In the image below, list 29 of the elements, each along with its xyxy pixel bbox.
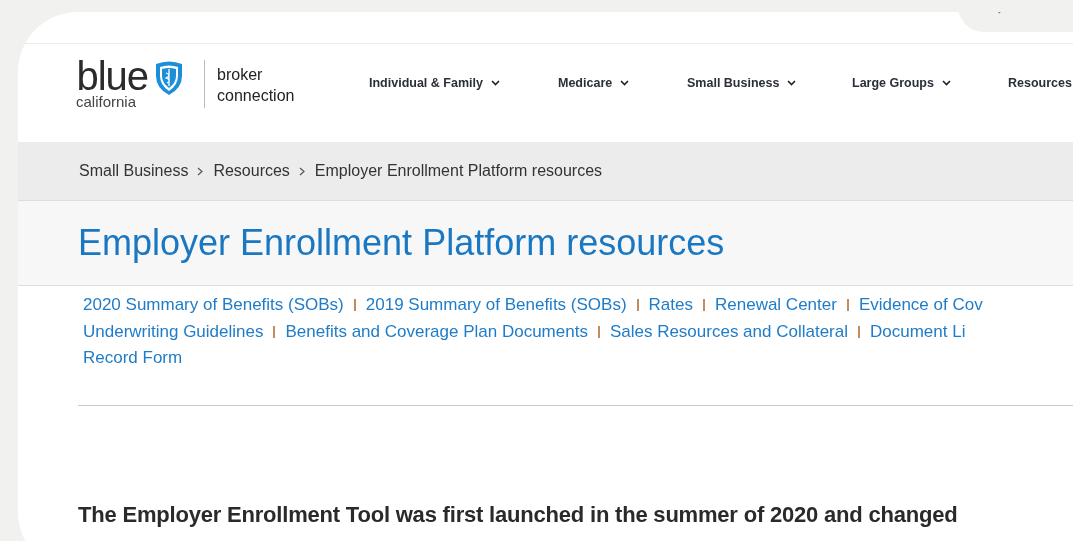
resource-link[interactable]: 2019 Summary of Benefits (SOBs) <box>365 295 627 316</box>
logo-region: california <box>76 94 137 110</box>
resource-link[interactable]: Renewal Center <box>715 295 837 316</box>
nav-menu-item[interactable]: Medicare <box>558 76 630 90</box>
nav-menu-item[interactable]: Small Business <box>687 76 797 90</box>
intro-paragraph: The Employer Enrollment Tool was first launched in the summer of 2020 and changed <box>78 500 959 528</box>
chevron-down-icon <box>620 80 630 86</box>
nav-menu-item[interactable]: Large Groups <box>852 76 951 90</box>
breadcrumb-link[interactable]: Resources <box>213 162 290 180</box>
nav-menu-item[interactable]: Resources <box>1008 76 1072 90</box>
resource-link[interactable]: Record Form <box>83 348 183 369</box>
product-name: broker connection <box>217 65 296 106</box>
resource-link[interactable]: Sales Resources and Collateral <box>609 321 848 342</box>
nav-menu-item[interactable]: Individual & Family <box>369 76 500 90</box>
chevron-right-icon <box>298 166 306 176</box>
chevron-down-icon <box>941 80 951 86</box>
resource-link[interactable]: Document Li <box>870 321 966 342</box>
page-title: Employer Enrollment Platform resources <box>78 222 725 264</box>
chevron-down-icon <box>787 80 797 86</box>
resource-link[interactable]: 2020 Summary of Benefits (SOBs) <box>83 295 344 316</box>
resource-link[interactable]: Benefits and Coverage Plan Documents <box>285 321 588 342</box>
resource-link[interactable]: Evidence of Cov <box>858 295 983 316</box>
chevron-down-icon <box>490 80 500 86</box>
resource-link[interactable]: Rates <box>648 295 693 316</box>
logo-wordmark: blue <box>76 58 149 94</box>
chevron-right-icon <box>197 166 205 176</box>
resource-link[interactable]: Underwriting Guidelines <box>83 321 264 342</box>
breadcrumb-link[interactable]: Small Business <box>79 162 189 180</box>
shield-logo-icon <box>154 60 185 96</box>
